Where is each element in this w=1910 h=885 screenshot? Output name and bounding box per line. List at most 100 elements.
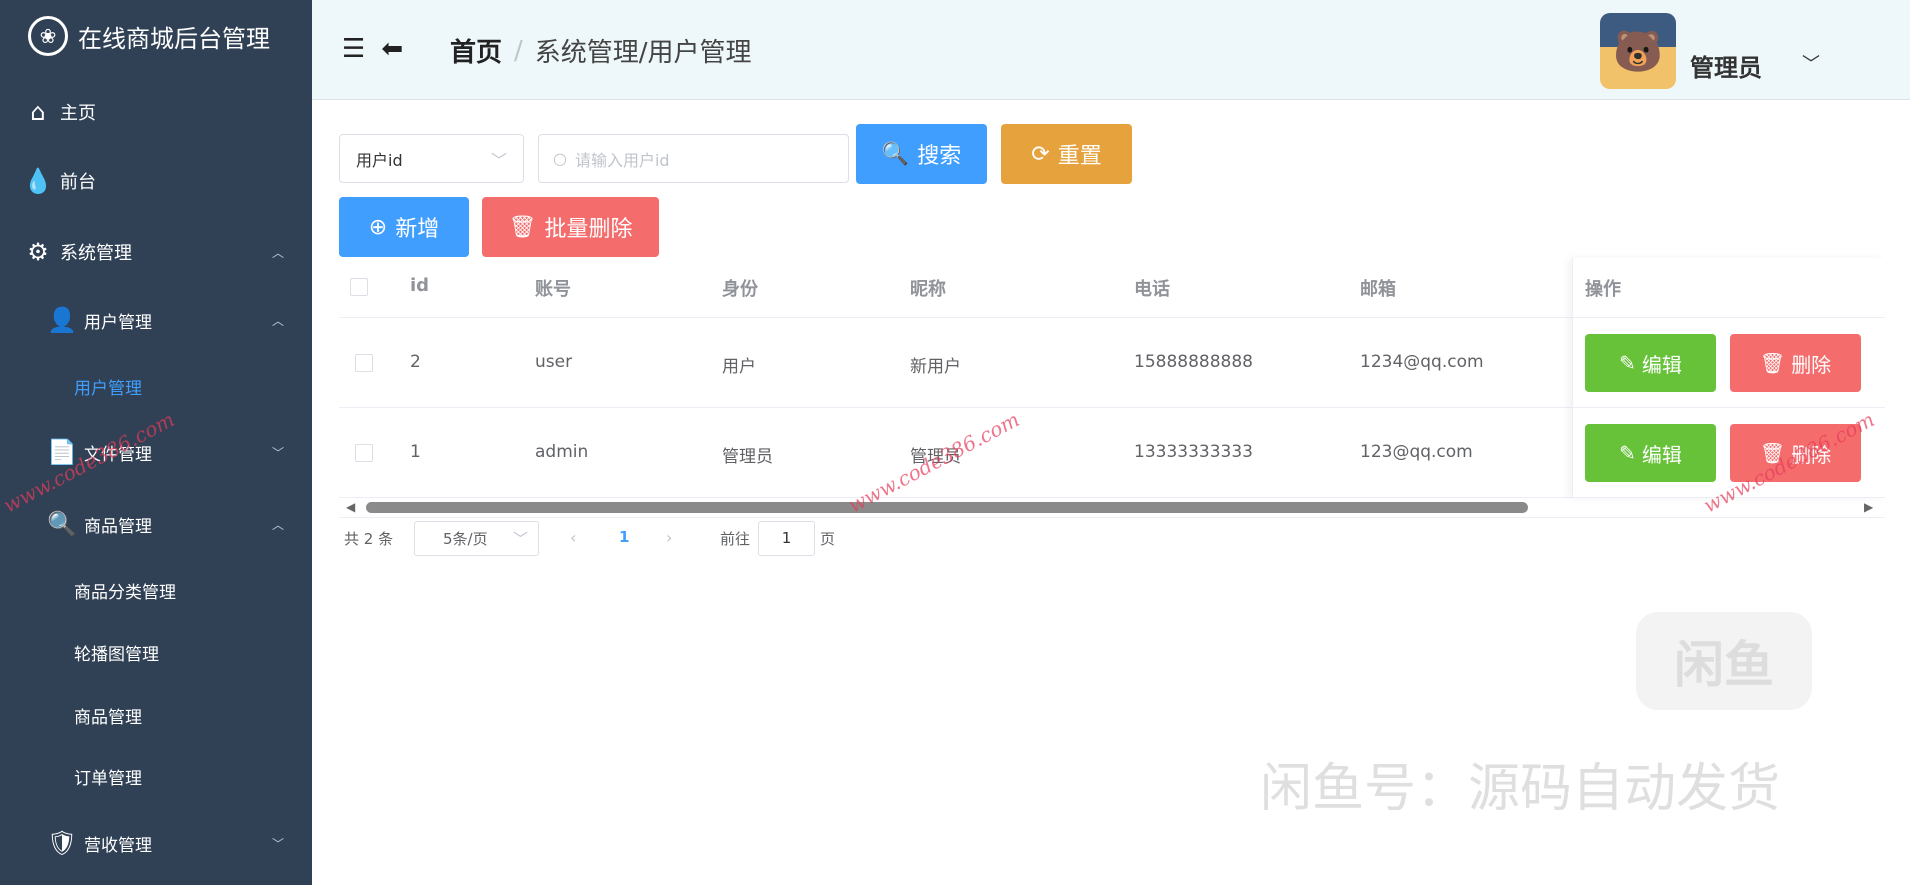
edit-label: 编辑 — [1641, 442, 1682, 467]
row-checkbox[interactable] — [355, 354, 373, 372]
column-header-role: 身份 — [722, 279, 758, 300]
delete-label: 删除 — [1791, 352, 1832, 377]
header: ☰ ⬅ 首页 / 系统管理/用户管理 🐻 管理员 ﹀ — [312, 0, 1910, 100]
pagination-total: 共 2 条 — [344, 530, 394, 548]
batch-delete-label: 批量删除 — [544, 217, 633, 242]
cell-id: 1 — [410, 442, 421, 462]
page-size-value: 5条/页 — [443, 530, 488, 548]
app-logo: ❀ 在线商城后台管理 — [28, 16, 270, 56]
chevron-down-icon: ﹀ — [271, 445, 284, 460]
goto-label: 前往 — [720, 530, 751, 548]
cell-account: user — [535, 352, 573, 372]
sidebar-item-label: 前台 — [60, 172, 96, 193]
breadcrumb: 首页 / 系统管理/用户管理 — [450, 32, 752, 69]
next-page-icon[interactable]: › — [666, 528, 672, 547]
search-user-icon: 🔍 — [47, 510, 77, 538]
refresh-icon: ⟳ — [1031, 141, 1050, 167]
chevron-up-icon: ︿ — [271, 245, 284, 260]
back-arrow-icon[interactable]: ⬅ — [381, 34, 403, 64]
reset-button[interactable]: ⟳ 重置 — [1001, 124, 1132, 184]
edit-button[interactable]: ✎ 编辑 — [1585, 424, 1716, 482]
page-number[interactable]: 1 — [619, 528, 629, 546]
sidebar-item-system[interactable]: ⚙ 系统管理 ︿ — [0, 224, 312, 280]
delete-button[interactable]: 🗑 删除 — [1730, 334, 1861, 392]
sidebar-item-label: 商品管理 — [74, 707, 142, 728]
horizontal-scrollbar[interactable] — [366, 502, 1528, 513]
search-field-select[interactable]: 用户id ﹀ — [339, 134, 524, 183]
add-button-label: 新增 — [395, 217, 440, 242]
drop-icon: 💧 — [23, 167, 53, 195]
cell-role: 用户 — [722, 357, 756, 377]
sidebar-item-carousel[interactable]: 轮播图管理 — [0, 624, 312, 680]
breadcrumb-home[interactable]: 首页 — [450, 32, 502, 69]
watermark-text: 闲鱼号：源码自动发货 — [1260, 759, 1781, 819]
badge-icon: 🛡 — [46, 829, 78, 857]
chevron-up-icon: ︿ — [271, 313, 284, 328]
edit-label: 编辑 — [1641, 352, 1682, 377]
sidebar-item-category[interactable]: 商品分类管理 — [0, 562, 312, 618]
chevron-down-icon[interactable]: ﹀ — [1802, 50, 1820, 76]
cell-account: admin — [535, 442, 589, 462]
search-icon: ○ — [553, 149, 567, 168]
menu-fold-icon[interactable]: ☰ — [342, 34, 365, 64]
sidebar-item-home[interactable]: ⌂ 主页 — [0, 84, 312, 140]
sidebar-item-user-group[interactable]: 👤 用户管理 ︿ — [0, 292, 312, 348]
prev-page-icon[interactable]: ‹ — [570, 528, 576, 547]
sidebar-item-user-management[interactable]: 用户管理 — [0, 358, 312, 414]
user-name[interactable]: 管理员 — [1690, 48, 1762, 83]
column-header-phone: 电话 — [1134, 279, 1170, 300]
cell-nickname: 新用户 — [910, 357, 961, 377]
sidebar-item-label: 用户管理 — [74, 378, 142, 399]
edit-icon: ✎ — [1619, 351, 1636, 375]
sidebar-item-label: 轮播图管理 — [74, 644, 159, 665]
breadcrumb-separator: / — [514, 35, 523, 66]
sidebar-item-label: 营收管理 — [84, 835, 152, 856]
sidebar-item-goods[interactable]: 商品管理 — [0, 687, 312, 743]
batch-delete-button[interactable]: 🗑 批量删除 — [482, 197, 659, 257]
add-button[interactable]: ⊕ 新增 — [339, 197, 469, 257]
chevron-up-icon: ︿ — [271, 517, 284, 532]
sidebar-item-label: 商品分类管理 — [74, 582, 176, 603]
column-header-account: 账号 — [535, 279, 571, 300]
app-title: 在线商城后台管理 — [78, 24, 270, 53]
column-header-id: id — [410, 275, 430, 296]
search-placeholder: 请输入用户id — [574, 150, 670, 170]
sidebar-item-frontend[interactable]: 💧 前台 — [0, 153, 312, 209]
row-checkbox[interactable] — [355, 444, 373, 462]
sidebar-item-label: 系统管理 — [60, 243, 132, 264]
goto-suffix: 页 — [820, 530, 836, 548]
logo-icon: ❀ — [28, 16, 68, 56]
goto-page-input[interactable]: 1 — [758, 521, 815, 556]
trash-icon: 🗑 — [508, 214, 537, 240]
watermark-logo: 闲鱼 — [1636, 612, 1812, 710]
cell-phone: 15888888888 — [1134, 352, 1253, 372]
avatar[interactable]: 🐻 — [1600, 13, 1676, 89]
user-icon: 👤 — [47, 306, 77, 334]
search-icon: 🔍 — [881, 141, 910, 167]
cell-role: 管理员 — [722, 447, 773, 467]
sidebar-item-label: 主页 — [60, 103, 96, 124]
page-size-select[interactable]: 5条/页 ﹀ — [414, 521, 539, 556]
sidebar-item-revenue[interactable]: 🛡 营收管理 ﹀ — [0, 815, 312, 871]
edit-button[interactable]: ✎ 编辑 — [1585, 334, 1716, 392]
select-value: 用户id — [356, 150, 403, 170]
reset-button-label: 重置 — [1057, 144, 1102, 169]
search-button[interactable]: 🔍 搜索 — [856, 124, 987, 184]
search-input[interactable]: ○ 请输入用户id — [538, 134, 849, 183]
sidebar-item-label: 订单管理 — [74, 768, 142, 789]
select-all-checkbox[interactable] — [350, 278, 368, 296]
gear-icon: ⚙ — [27, 238, 49, 266]
scroll-right-icon[interactable]: ▶ — [1864, 500, 1873, 514]
sidebar-item-orders[interactable]: 订单管理 — [0, 748, 312, 804]
sidebar-item-label: 商品管理 — [84, 516, 152, 537]
divider — [339, 517, 1885, 518]
cell-email: 1234@qq.com — [1360, 352, 1484, 372]
plus-circle-icon: ⊕ — [368, 214, 388, 240]
cell-email: 123@qq.com — [1360, 442, 1473, 462]
chevron-down-icon: ﹀ — [271, 836, 284, 851]
cell-id: 2 — [410, 352, 421, 372]
sidebar-item-goods-group[interactable]: 🔍 商品管理 ︿ — [0, 496, 312, 552]
scroll-left-icon[interactable]: ◀ — [346, 500, 355, 514]
sidebar-item-label: 用户管理 — [84, 312, 152, 333]
search-button-label: 搜索 — [917, 144, 962, 169]
